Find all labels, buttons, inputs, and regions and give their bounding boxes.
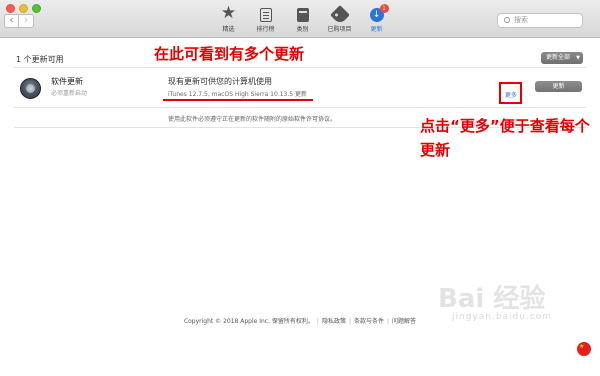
divider bbox=[14, 67, 586, 68]
update-all-button[interactable]: 更新全部 ▼ bbox=[541, 52, 583, 64]
minimize-window-button[interactable] bbox=[19, 4, 28, 13]
update-count-badge: 1 bbox=[379, 4, 389, 13]
annotation-multiple-updates: 在此可看到有多个更新 bbox=[154, 45, 305, 63]
updates-icon: ↓ 1 bbox=[369, 4, 389, 22]
toolbar-tab-purchased[interactable]: 已购项目 bbox=[321, 4, 358, 33]
footer-link-terms[interactable]: 条款与条件 bbox=[354, 318, 384, 325]
toolbar-tab-label: 排行榜 bbox=[256, 26, 275, 33]
search-placeholder: 搜索 bbox=[514, 16, 528, 24]
toolbar-tab-updates[interactable]: ↓ 1 更新 bbox=[358, 4, 395, 33]
software-update-app-icon bbox=[20, 78, 41, 99]
toolbar-tab-label: 更新 bbox=[370, 26, 383, 33]
watermark-logo: Bai 经验 bbox=[438, 284, 546, 314]
toolbar-tab-categories[interactable]: 类别 bbox=[284, 4, 321, 33]
divider bbox=[14, 107, 586, 108]
zoom-window-button[interactable] bbox=[32, 4, 41, 13]
history-navigation: ‹ › bbox=[4, 14, 34, 28]
chevron-down-icon: ▼ bbox=[576, 55, 580, 61]
footer-link-privacy[interactable]: 隐私政策 bbox=[322, 318, 346, 325]
footer-link-faq[interactable]: 问题解答 bbox=[392, 318, 416, 325]
update-all-label: 更新全部 bbox=[546, 54, 571, 61]
update-item-subtitle: 必须重新启动 bbox=[51, 90, 88, 97]
toolbar-tab-label: 精选 bbox=[222, 26, 235, 33]
copyright-text: Copyright © 2018 Apple Inc. 保留所有权利。 bbox=[183, 318, 314, 325]
title-bar: ‹ › ★ 精选 排行榜 类别 已购项目 ↓ 1 更新 搜索 bbox=[0, 0, 600, 38]
forward-button[interactable]: › bbox=[19, 14, 34, 28]
toolbar-tab-top-charts[interactable]: 排行榜 bbox=[247, 4, 284, 33]
annotation-underline bbox=[163, 99, 313, 101]
star-icon: ★ bbox=[220, 3, 237, 23]
update-button[interactable]: 更新 bbox=[535, 81, 582, 92]
close-window-button[interactable] bbox=[6, 4, 15, 13]
search-field[interactable]: 搜索 bbox=[497, 13, 583, 28]
toolbar-tab-label: 类别 bbox=[296, 26, 309, 33]
baidu-jingyan-watermark: Bai 经验 jingyan.baidu.com bbox=[438, 278, 570, 336]
update-item-versions: iTunes 12.7.5, macOS High Sierra 10.13.5… bbox=[168, 91, 307, 98]
agreement-suffix: 。 bbox=[330, 116, 337, 123]
update-item-description: 现有更新可供您的计算机使用 bbox=[168, 77, 272, 86]
chevron-left-icon: ‹ bbox=[9, 15, 14, 26]
agreement-text: 使用此软件必须遵守正在更新的软件随附的原始 bbox=[168, 116, 295, 123]
china-flag-icon[interactable] bbox=[577, 342, 591, 356]
search-icon bbox=[504, 17, 510, 23]
back-button[interactable]: ‹ bbox=[4, 14, 19, 28]
box-icon bbox=[296, 8, 309, 22]
tag-icon bbox=[329, 5, 350, 25]
toolbar-tab-label: 已购项目 bbox=[327, 26, 352, 33]
license-agreement-note: 使用此软件必须遵守正在更新的软件随附的原始软件许可协议。 bbox=[168, 114, 336, 123]
list-icon bbox=[259, 8, 272, 22]
update-item-title: 软件更新 bbox=[51, 77, 83, 86]
annotation-click-more: 点击“更多”便于查看每个更新 bbox=[420, 117, 590, 159]
updates-count-label: 1 个更新可用 bbox=[16, 55, 64, 64]
store-toolbar: ★ 精选 排行榜 类别 已购项目 ↓ 1 更新 bbox=[210, 4, 395, 33]
license-agreement-link[interactable]: 软件许可协议 bbox=[294, 116, 330, 123]
footer: Copyright © 2018 Apple Inc. 保留所有权利。 | 隐私政策… bbox=[183, 318, 417, 325]
annotation-highlight-box bbox=[499, 82, 522, 104]
chevron-right-icon: › bbox=[24, 15, 28, 26]
toolbar-tab-featured[interactable]: ★ 精选 bbox=[210, 3, 247, 34]
